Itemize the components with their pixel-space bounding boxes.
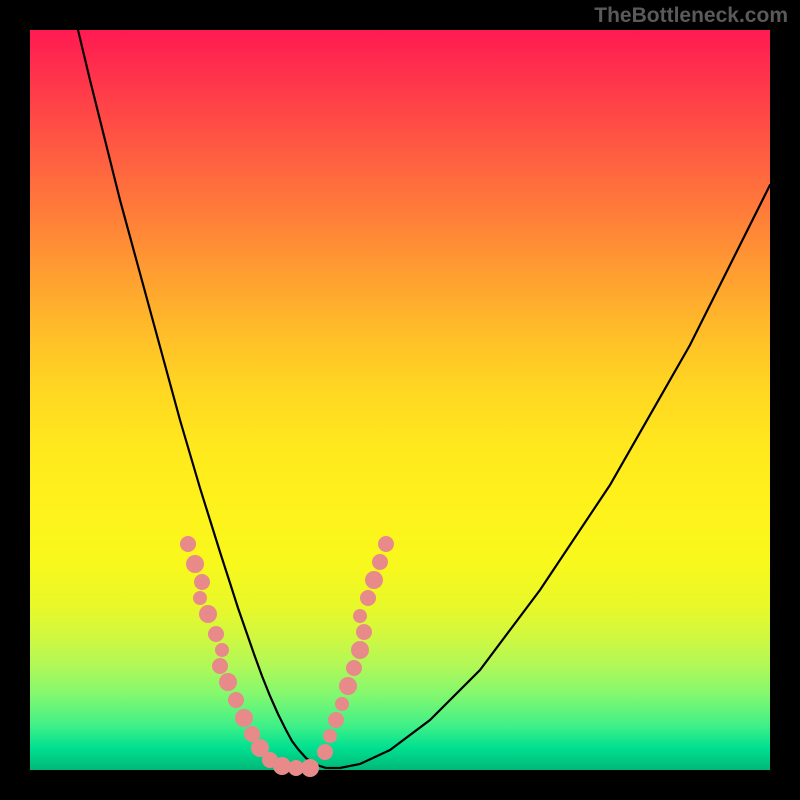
bottleneck-curve	[78, 30, 770, 768]
cluster-dots-group	[180, 536, 394, 777]
cluster-dot	[219, 673, 237, 691]
cluster-dot	[353, 609, 367, 623]
chart-svg	[30, 30, 770, 770]
cluster-dot	[301, 759, 319, 777]
cluster-dot	[323, 729, 337, 743]
cluster-dot	[365, 571, 383, 589]
cluster-dot	[346, 660, 362, 676]
cluster-dot	[378, 536, 394, 552]
cluster-dot	[356, 624, 372, 640]
cluster-dot	[235, 709, 253, 727]
cluster-dot	[186, 555, 204, 573]
cluster-dot	[317, 744, 333, 760]
chart-frame: TheBottleneck.com	[0, 0, 800, 800]
cluster-dot	[208, 626, 224, 642]
cluster-dot	[215, 643, 229, 657]
cluster-dot	[328, 712, 344, 728]
cluster-dot	[194, 574, 210, 590]
cluster-dot	[228, 692, 244, 708]
cluster-dot	[335, 697, 349, 711]
cluster-dot	[193, 591, 207, 605]
watermark-text: TheBottleneck.com	[594, 4, 788, 28]
cluster-dot	[360, 590, 376, 606]
cluster-dot	[372, 554, 388, 570]
cluster-dot	[212, 658, 228, 674]
cluster-dot	[199, 605, 217, 623]
cluster-dot	[339, 677, 357, 695]
cluster-dot	[180, 536, 196, 552]
cluster-dot	[351, 641, 369, 659]
